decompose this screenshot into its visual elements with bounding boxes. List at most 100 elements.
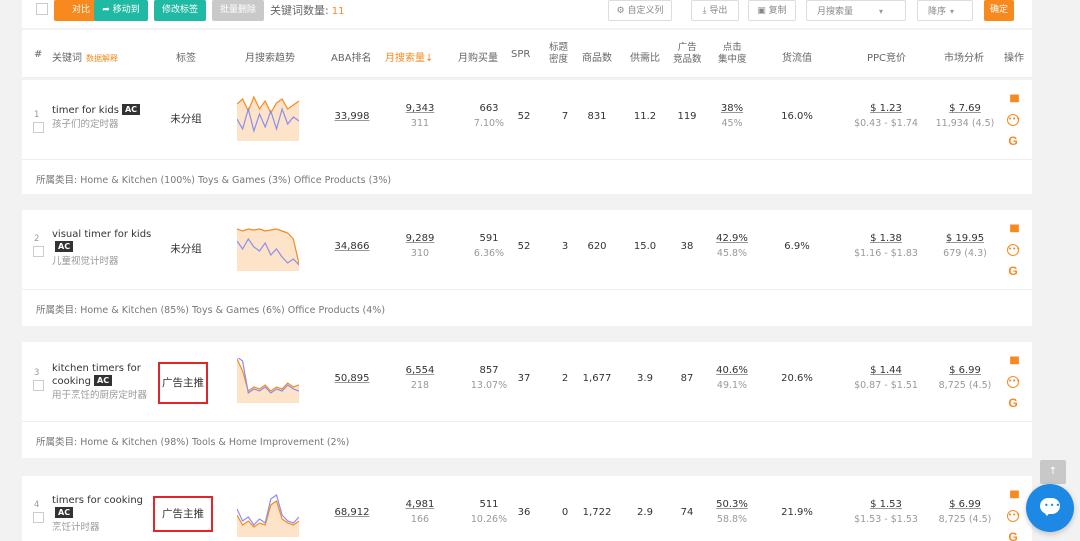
click-concentration-value[interactable]: 42.9% <box>716 233 748 244</box>
more-icon[interactable]: ••• <box>1007 114 1020 126</box>
market-analysis-value[interactable]: $ 6.99 <box>949 365 981 376</box>
batch-delete-button[interactable]: 批量删除 <box>212 0 264 21</box>
google-icon[interactable]: G <box>1006 530 1020 541</box>
col-ppc[interactable]: PPC竞价 <box>867 49 906 64</box>
tag-cell[interactable]: 广告主推 <box>158 362 208 404</box>
market-analysis[interactable]: $ 6.99 8,725 (4.5) <box>930 499 1000 525</box>
edit-tag-button[interactable]: 修改标签 <box>154 0 206 21</box>
row-checkbox[interactable] <box>33 512 44 523</box>
row-checkbox[interactable] <box>33 246 44 257</box>
more-icon[interactable]: ••• <box>1007 244 1020 256</box>
ppc-bid[interactable]: $ 1.53 $1.53 - $1.53 <box>844 499 928 525</box>
copy-button[interactable]: ▣ 复制 <box>748 0 796 21</box>
col-conversion[interactable]: 货流值 <box>782 49 812 64</box>
export-button[interactable]: ⤓ 导出 <box>691 0 739 21</box>
move-to-button[interactable]: ➦ 移动到 <box>94 0 148 21</box>
col-aba-rank[interactable]: ABA排名 <box>331 49 372 64</box>
keyword-text[interactable]: timer for kids <box>52 105 119 116</box>
tag-cell[interactable]: 未分组 <box>156 111 216 126</box>
back-to-top-button[interactable]: ↑ <box>1040 460 1066 484</box>
aba-rank-value[interactable]: 33,998 <box>335 111 370 122</box>
aba-rank-value[interactable]: 50,895 <box>335 373 370 384</box>
market-analysis[interactable]: $ 7.69 11,934 (4.5) <box>930 103 1000 129</box>
more-icon[interactable]: ••• <box>1007 376 1020 388</box>
click-concentration-value[interactable]: 50.3% <box>716 499 748 510</box>
monthly-search[interactable]: 9,289 310 <box>395 233 445 259</box>
bar-chart-icon[interactable]: ▮▮▮ <box>1006 92 1020 106</box>
ppc-bid-value[interactable]: $ 1.23 <box>870 103 902 114</box>
aba-rank[interactable]: 68,912 <box>327 507 377 518</box>
confirm-button[interactable]: 确定 <box>984 0 1014 21</box>
aba-rank[interactable]: 34,866 <box>327 241 377 252</box>
market-analysis-value[interactable]: $ 7.69 <box>949 103 981 114</box>
click-concentration[interactable]: 40.6% 49.1% <box>710 365 754 391</box>
col-products[interactable]: 商品数 <box>582 49 612 64</box>
ppc-bid-value[interactable]: $ 1.53 <box>870 499 902 510</box>
keyword-cell[interactable]: timer for kids AC 孩子们的定时器 <box>52 104 152 131</box>
sort-order-select[interactable]: 降序 ▾ <box>917 0 973 21</box>
trend-sparkline[interactable] <box>236 226 300 271</box>
click-concentration[interactable]: 50.3% 58.8% <box>710 499 754 525</box>
trend-sparkline[interactable] <box>236 95 300 141</box>
monthly-search[interactable]: 6,554 218 <box>395 365 445 391</box>
col-spr[interactable]: SPR <box>511 49 530 60</box>
monthly-search-value[interactable]: 6,554 <box>406 365 435 376</box>
select-all-checkbox[interactable] <box>36 3 48 15</box>
monthly-search-value[interactable]: 4,981 <box>406 499 435 510</box>
amazon-choice-badge: AC <box>55 241 74 252</box>
chat-button[interactable]: ••• <box>1026 484 1074 532</box>
keyword-text[interactable]: timers for cooking <box>52 495 143 506</box>
monthly-search-value[interactable]: 9,343 <box>406 103 435 114</box>
row-checkbox[interactable] <box>33 122 44 133</box>
bar-chart-icon[interactable]: ▮▮▮ <box>1006 488 1020 502</box>
keyword-text[interactable]: visual timer for kids <box>52 229 151 240</box>
col-keyword[interactable]: 关键词 数据解释 <box>52 49 118 64</box>
trend-sparkline[interactable] <box>236 492 300 537</box>
click-concentration[interactable]: 38% 45% <box>710 103 754 129</box>
trend-sparkline[interactable] <box>236 356 300 403</box>
col-supply-ratio[interactable]: 供需比 <box>630 49 660 64</box>
click-concentration[interactable]: 42.9% 45.8% <box>710 233 754 259</box>
keyword-cell[interactable]: timers for cookingAC 烹饪计时器 <box>52 494 152 534</box>
row-checkbox[interactable] <box>33 380 44 391</box>
data-help-link[interactable]: 数据解释 <box>86 54 118 63</box>
bar-chart-icon[interactable]: ▮▮▮ <box>1006 354 1020 368</box>
market-analysis-value[interactable]: $ 19.95 <box>946 233 984 244</box>
aba-rank[interactable]: 50,895 <box>327 373 377 384</box>
keyword-cell[interactable]: visual timer for kidsAC 儿童视觉计时器 <box>52 228 152 268</box>
market-analysis[interactable]: $ 19.95 679 (4.3) <box>930 233 1000 259</box>
ppc-bid[interactable]: $ 1.23 $0.43 - $1.74 <box>844 103 928 129</box>
keyword-cell[interactable]: kitchen timers for cooking AC 用于烹饪的厨房定时器 <box>52 362 152 402</box>
custom-columns-button[interactable]: ⚙ 自定义列 <box>608 0 672 21</box>
market-analysis-value[interactable]: $ 6.99 <box>949 499 981 510</box>
ppc-bid[interactable]: $ 1.44 $0.87 - $1.51 <box>844 365 928 391</box>
aba-rank-value[interactable]: 68,912 <box>335 507 370 518</box>
sort-field-select[interactable]: 月搜索量 ▾ <box>806 0 906 21</box>
click-concentration-value[interactable]: 38% <box>721 103 743 114</box>
google-icon[interactable]: G <box>1006 134 1020 148</box>
monthly-search[interactable]: 4,981 166 <box>395 499 445 525</box>
title-density: 2 <box>552 373 578 384</box>
monthly-buy-sub: 10.26% <box>470 514 508 525</box>
ppc-bid[interactable]: $ 1.38 $1.16 - $1.83 <box>844 233 928 259</box>
tag-cell[interactable]: 广告主推 <box>153 496 213 532</box>
more-icon[interactable]: ••• <box>1007 510 1020 522</box>
market-analysis[interactable]: $ 6.99 8,725 (4.5) <box>930 365 1000 391</box>
bar-chart-icon[interactable]: ▮▮▮ <box>1006 222 1020 236</box>
monthly-search[interactable]: 9,343 311 <box>395 103 445 129</box>
tag-cell[interactable]: 未分组 <box>156 241 216 256</box>
arrow-icon: ➦ <box>102 5 113 15</box>
col-title-density[interactable]: 标题 密度 <box>549 42 568 66</box>
click-concentration-value[interactable]: 40.6% <box>716 365 748 376</box>
ppc-bid-value[interactable]: $ 1.44 <box>870 365 902 376</box>
col-monthly-search[interactable]: 月搜索量↓ <box>385 49 433 64</box>
col-click-concentration[interactable]: 点击 集中度 <box>718 42 747 66</box>
google-icon[interactable]: G <box>1006 396 1020 410</box>
ppc-bid-value[interactable]: $ 1.38 <box>870 233 902 244</box>
monthly-search-value[interactable]: 9,289 <box>406 233 435 244</box>
aba-rank[interactable]: 33,998 <box>327 111 377 122</box>
col-monthly-buy[interactable]: 月购买量 <box>458 49 498 64</box>
aba-rank-value[interactable]: 34,866 <box>335 241 370 252</box>
col-ad-products[interactable]: 广告 竞品数 <box>673 42 702 66</box>
google-icon[interactable]: G <box>1006 264 1020 278</box>
